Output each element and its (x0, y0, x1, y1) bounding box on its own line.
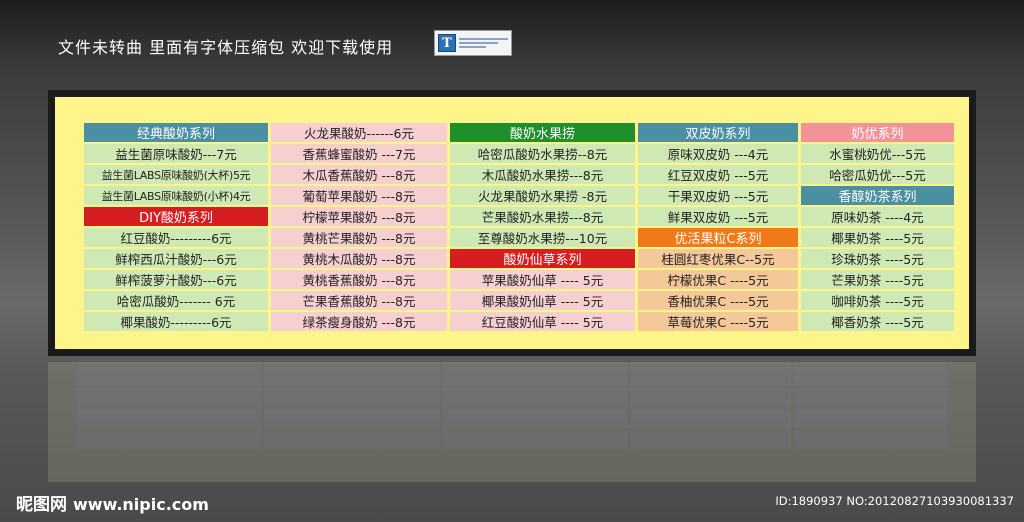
menu-item: 椰香奶茶 ----5元 (801, 312, 954, 331)
menu-item: 香蕉蜂蜜酸奶 ---7元 (271, 144, 447, 163)
menu-item: 柠檬苹果酸奶 ---8元 (271, 207, 447, 226)
menu-item: 珍珠奶茶 ----5元 (801, 249, 954, 268)
menu-item: 芒果酸奶水果捞---8元 (450, 207, 635, 226)
menu-item: 红豆酸奶---------6元 (84, 228, 268, 247)
menu-section-header: 香醇奶茶系列 (801, 186, 954, 205)
menu-item: 鲜果双皮奶 ---5元 (638, 207, 798, 226)
watermark-url: www.nipic.com (73, 495, 209, 514)
menu-section-header: 经典酸奶系列 (84, 123, 268, 142)
menu-item: 火龙果酸奶------6元 (271, 123, 447, 142)
menu-board: 经典酸奶系列 益生菌原味酸奶---7元 益生菌LABS原味酸奶(大杯)5元 益生菌LA… (55, 97, 969, 349)
board-reflection (48, 362, 976, 482)
image-id-text: ID:1890937 NO:20120827103930081337 (775, 494, 1014, 508)
font-t-icon: T (438, 34, 456, 52)
font-file-lines (459, 38, 508, 48)
header-note: 文件未转曲 里面有字体压缩包 欢迎下载使用 (58, 38, 394, 57)
menu-column-4: 双皮奶系列原味双皮奶 ---4元 红豆双皮奶 ---5元 干果双皮奶 ---5元 鲜果… (638, 123, 798, 333)
menu-item: 绿茶瘦身酸奶 ---8元 (271, 312, 447, 331)
menu-item: 香柚优果C ----5元 (638, 291, 798, 310)
menu-item: 鲜榨菠萝汁酸奶---6元 (84, 270, 268, 289)
menu-column-1: 经典酸奶系列 益生菌原味酸奶---7元 益生菌LABS原味酸奶(大杯)5元 益生菌LA… (84, 123, 268, 333)
menu-item: 黄桃芒果酸奶 ---8元 (271, 228, 447, 247)
menu-board-frame: 经典酸奶系列 益生菌原味酸奶---7元 益生菌LABS原味酸奶(大杯)5元 益生菌LA… (48, 90, 976, 356)
menu-section-header: 酸奶仙草系列 (450, 249, 635, 268)
menu-item: 哈密瓜酸奶水果捞--8元 (450, 144, 635, 163)
menu-item: 益生菌LABS原味酸奶(大杯)5元 (84, 165, 268, 184)
menu-item: 咖啡奶茶 ----5元 (801, 291, 954, 310)
menu-section-header: 双皮奶系列 (638, 123, 798, 142)
menu-item: 芒果奶茶 ----5元 (801, 270, 954, 289)
menu-section-header: 奶优系列 (801, 123, 954, 142)
menu-section-header: 优活果粒C系列 (638, 228, 798, 247)
watermark-logo: 昵图网 www.nipic.com (16, 490, 209, 515)
menu-column-5: 奶优系列水蜜桃奶优---5元 哈密瓜奶优---5元 香醇奶茶系列 原味奶茶 ----4… (801, 123, 954, 333)
menu-item: 至尊酸奶水果捞---10元 (450, 228, 635, 247)
menu-item: 红豆酸奶仙草 ---- 5元 (450, 312, 635, 331)
menu-column-2: 火龙果酸奶------6元 香蕉蜂蜜酸奶 ---7元 木瓜香蕉酸奶 ---8元 葡萄苹… (271, 123, 447, 333)
menu-item: 水蜜桃奶优---5元 (801, 144, 954, 163)
menu-item: 益生菌LABS原味酸奶(小杯)4元 (84, 186, 268, 205)
menu-item: 椰果奶茶 ----5元 (801, 228, 954, 247)
menu-item: 木瓜香蕉酸奶 ---8元 (271, 165, 447, 184)
watermark-logo-text: 昵图网 (16, 495, 67, 515)
menu-item: 鲜榨西瓜汁酸奶---6元 (84, 249, 268, 268)
menu-item: 黄桃香蕉酸奶 ---8元 (271, 270, 447, 289)
menu-item: 益生菌原味酸奶---7元 (84, 144, 268, 163)
menu-item: 葡萄苹果酸奶 ---8元 (271, 186, 447, 205)
truetype-font-file-icon: T (434, 30, 512, 56)
menu-item: 桂圆红枣优果C--5元 (638, 249, 798, 268)
menu-section-header: 酸奶水果捞 (450, 123, 635, 142)
menu-item: 黄桃木瓜酸奶 ---8元 (271, 249, 447, 268)
menu-item: 草莓优果C ----5元 (638, 312, 798, 331)
menu-item: 哈密瓜奶优---5元 (801, 165, 954, 184)
menu-item: 木瓜酸奶水果捞---8元 (450, 165, 635, 184)
menu-item: 椰果酸奶---------6元 (84, 312, 268, 331)
menu-item: 苹果酸奶仙草 ---- 5元 (450, 270, 635, 289)
menu-section-header: DIY酸奶系列 (84, 207, 268, 226)
menu-item: 芒果香蕉酸奶 ---8元 (271, 291, 447, 310)
menu-item: 原味奶茶 ----4元 (801, 207, 954, 226)
menu-item: 哈密瓜酸奶------- 6元 (84, 291, 268, 310)
menu-item: 红豆双皮奶 ---5元 (638, 165, 798, 184)
menu-item: 干果双皮奶 ---5元 (638, 186, 798, 205)
menu-item: 原味双皮奶 ---4元 (638, 144, 798, 163)
menu-item: 火龙果酸奶水果捞 -8元 (450, 186, 635, 205)
menu-item: 椰果酸奶仙草 ---- 5元 (450, 291, 635, 310)
menu-column-3: 酸奶水果捞哈密瓜酸奶水果捞--8元 木瓜酸奶水果捞---8元 火龙果酸奶水果捞 -8… (450, 123, 635, 333)
menu-item: 柠檬优果C ----5元 (638, 270, 798, 289)
